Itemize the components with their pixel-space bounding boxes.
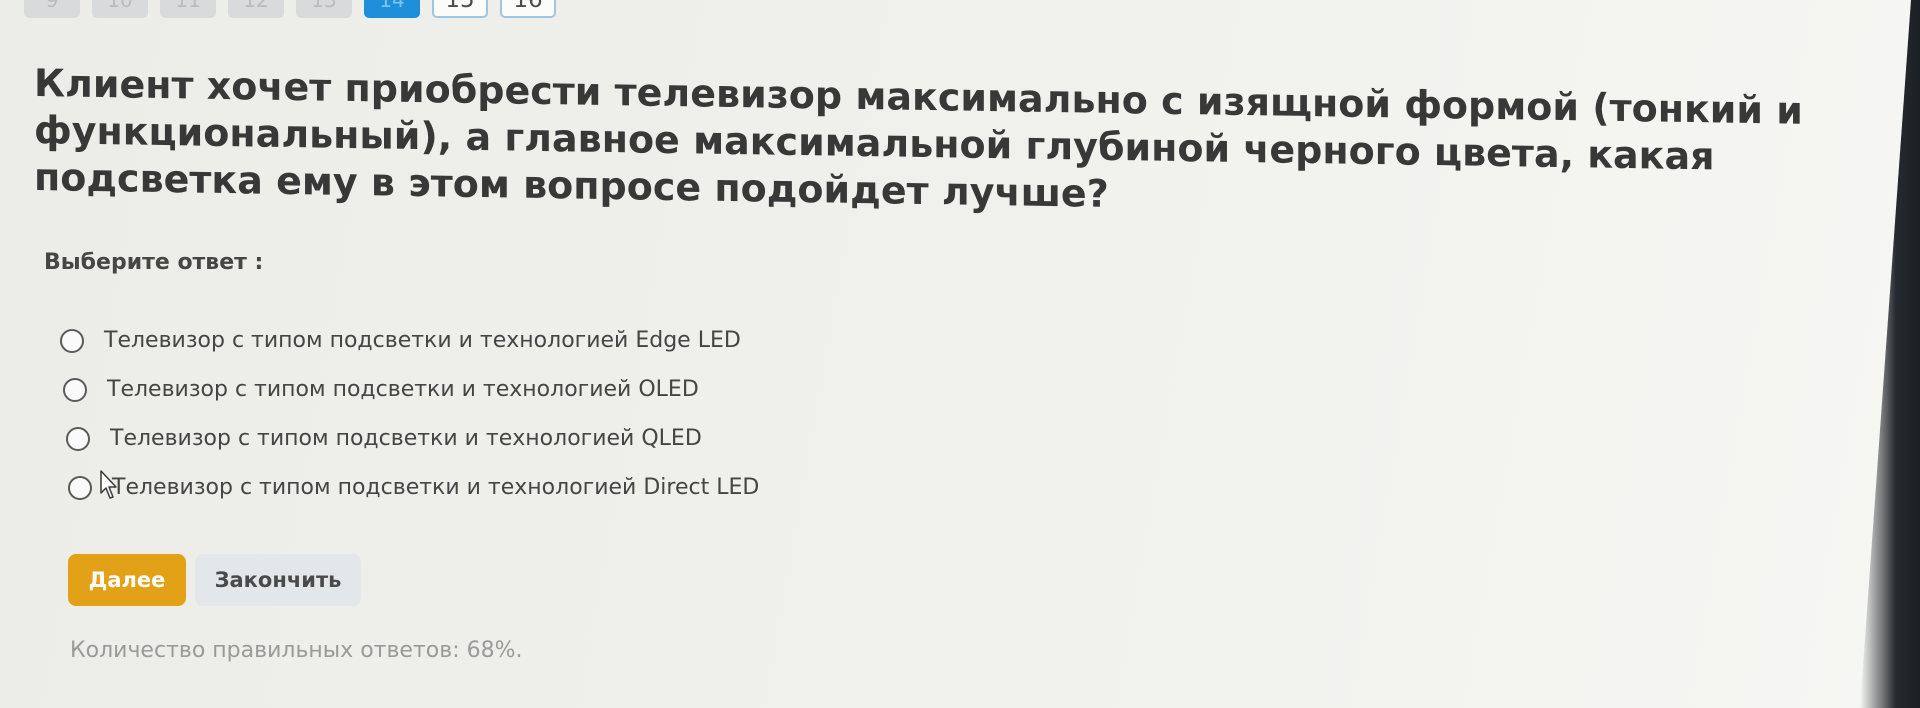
question-pagination: 9 10 11 12 13 14 15 16 <box>24 0 556 18</box>
answer-option-edge-led[interactable]: Телевизор с типом подсветки и технологие… <box>60 316 759 365</box>
answer-option-label: Телевизор с типом подсветки и технологие… <box>104 328 741 353</box>
correct-answers-stats: Количество правильных ответов: 68%. <box>70 638 523 663</box>
finish-button[interactable]: Закончить <box>195 554 361 606</box>
next-button[interactable]: Далее <box>68 554 186 606</box>
answer-option-qled[interactable]: Телевизор с типом подсветки и технологие… <box>66 414 759 463</box>
question-text: Клиент хочет приобрести телевизор максим… <box>34 61 1803 216</box>
radio-button[interactable] <box>60 328 84 353</box>
page-button-9[interactable]: 9 <box>24 0 80 18</box>
page-button-12[interactable]: 12 <box>228 0 284 18</box>
page-button-11[interactable]: 11 <box>160 0 216 18</box>
radio-button[interactable] <box>68 475 92 500</box>
answer-option-label: Телевизор с типом подсветки и технологие… <box>112 475 760 500</box>
page-button-14-current[interactable]: 14 <box>364 0 420 18</box>
answer-option-oled[interactable]: Телевизор с типом подсветки и технологие… <box>63 365 759 414</box>
answer-prompt-label: Выберите ответ : <box>44 250 264 275</box>
radio-button[interactable] <box>66 426 90 451</box>
answer-option-label: Телевизор с типом подсветки и технологие… <box>110 426 702 451</box>
answer-option-label: Телевизор с типом подсветки и технологие… <box>107 377 699 402</box>
answer-option-direct-led[interactable]: Телевизор с типом подсветки и технологие… <box>68 463 759 512</box>
page-button-16[interactable]: 16 <box>500 0 556 18</box>
page-button-13[interactable]: 13 <box>296 0 352 18</box>
page-button-10[interactable]: 10 <box>92 0 148 18</box>
radio-button[interactable] <box>63 377 87 402</box>
page-button-15[interactable]: 15 <box>432 0 488 18</box>
mouse-pointer-icon <box>100 470 117 499</box>
answer-options: Телевизор с типом подсветки и технологие… <box>60 316 759 512</box>
